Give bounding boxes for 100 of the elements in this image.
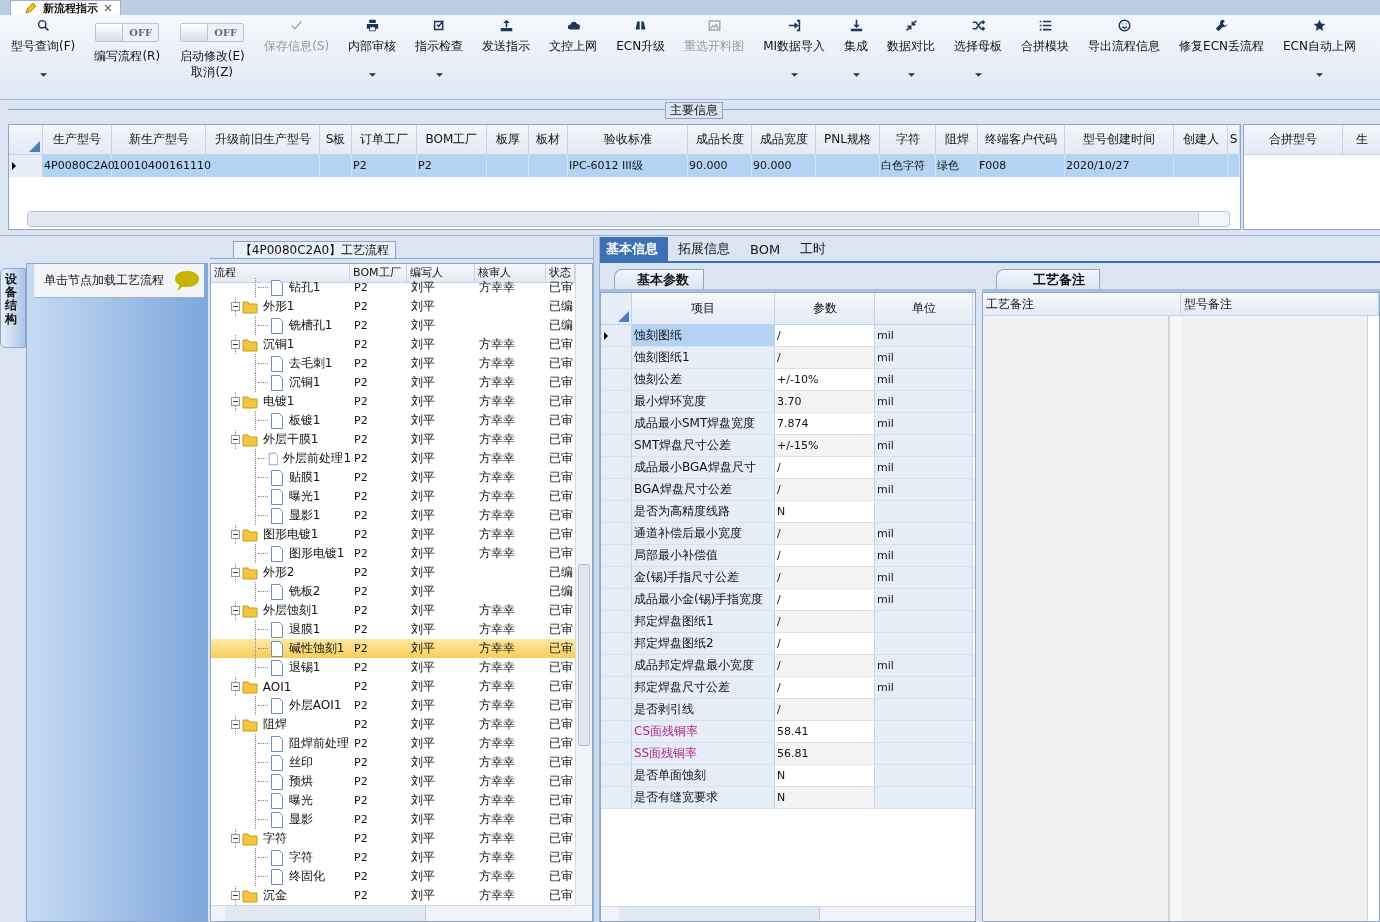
column-header[interactable]: 生 xyxy=(1343,124,1380,155)
column-header[interactable]: 编写人 xyxy=(407,264,476,282)
table-cell[interactable]: SMT焊盘尺寸公差 xyxy=(632,435,775,456)
column-header[interactable]: 成品宽度 xyxy=(752,124,816,155)
collapse-icon[interactable] xyxy=(230,891,240,900)
column-header[interactable]: 终端客户代码 xyxy=(978,124,1065,155)
scrollbar[interactable] xyxy=(601,906,975,921)
tab[interactable]: 基本信息 xyxy=(600,237,668,261)
table-cell[interactable]: 成品最小金(锡)手指宽度 xyxy=(632,589,775,610)
tab[interactable]: 工时 xyxy=(794,237,837,261)
column-header[interactable]: S板 xyxy=(320,124,352,155)
tree-row[interactable]: 显影 P2 刘平 方幸幸 已审 xyxy=(210,810,575,829)
collapse-icon[interactable] xyxy=(230,834,240,843)
column-header[interactable]: PNL规格 xyxy=(816,124,880,155)
tree-row[interactable]: 外层干膜1 P2 刘平 方幸幸 已审 xyxy=(210,430,575,449)
tree-row[interactable]: 曝光1 P2 刘平 方幸幸 已审 xyxy=(210,487,575,506)
table-cell[interactable]: CS面残铜率 xyxy=(632,721,775,742)
scrollbar[interactable] xyxy=(574,264,592,905)
column-header[interactable]: 板材 xyxy=(529,124,568,155)
column-header[interactable]: 核审人 xyxy=(475,264,546,282)
tree-row[interactable]: 字符 P2 刘平 方幸幸 已审 xyxy=(210,829,575,848)
table-cell[interactable]: 局部最小补偿值 xyxy=(632,545,775,566)
tree-row[interactable]: AOI1 P2 刘平 方幸幸 已审 xyxy=(210,677,575,696)
toolbar-button[interactable]: 内部审核 xyxy=(345,15,400,83)
toolbar-button[interactable]: ECN自动上网 xyxy=(1280,15,1359,83)
collapse-icon[interactable] xyxy=(230,397,240,406)
column-header[interactable]: 订单工厂 xyxy=(352,124,417,155)
toolbar-button[interactable]: 导出流程信息 xyxy=(1085,15,1164,61)
tree-row[interactable]: 外形1 P2 刘平 已编 xyxy=(210,297,575,316)
column-header[interactable]: 型号备注 xyxy=(1181,293,1379,315)
close-icon[interactable] xyxy=(104,4,112,12)
column-header[interactable]: 成品长度 xyxy=(688,124,752,155)
table-cell[interactable]: 成品最小SMT焊盘宽度 xyxy=(632,413,775,434)
table-cell[interactable]: 金(锡)手指尺寸公差 xyxy=(632,567,775,588)
table-cell[interactable]: 蚀刻图纸 xyxy=(632,325,775,346)
tree-row[interactable]: 外层蚀刻1 P2 刘平 方幸幸 已审 xyxy=(210,601,575,620)
table-cell[interactable]: 是否单面蚀刻 xyxy=(632,765,775,786)
tree-row[interactable]: 沉铜1 P2 刘平 方幸幸 已审 xyxy=(210,335,575,354)
table-cell[interactable]: 是否剥引线 xyxy=(632,699,775,720)
toolbar-button[interactable]: 型号查询(F) xyxy=(8,15,79,83)
tree-row[interactable]: 字符 P2 刘平 方幸幸 已审 xyxy=(210,848,575,867)
toolbar-button[interactable]: 集成 xyxy=(841,15,872,83)
tree-row[interactable]: 丝印 P2 刘平 方幸幸 已审 xyxy=(210,753,575,772)
column-header[interactable]: 字符 xyxy=(880,124,936,155)
splitter[interactable] xyxy=(592,237,600,922)
table-cell[interactable]: 是否有缝宽要求 xyxy=(632,787,775,808)
column-header[interactable]: 工艺备注 xyxy=(983,293,1181,315)
column-header[interactable]: BOM工厂 xyxy=(417,124,487,155)
column-header[interactable]: 型号创建时间 xyxy=(1065,124,1174,155)
column-header[interactable]: 项目 xyxy=(632,293,775,324)
column-header[interactable]: S xyxy=(1228,124,1240,155)
row-header[interactable] xyxy=(601,325,632,346)
toggle-switch[interactable]: OFF xyxy=(95,23,160,42)
tree-row[interactable]: 铣板2 P2 刘平 已编 xyxy=(210,582,575,601)
column-header[interactable]: 阻焊 xyxy=(936,124,978,155)
toolbar-button[interactable]: 指示检查 xyxy=(412,15,467,83)
table-cell[interactable]: 成品邦定焊盘最小宽度 xyxy=(632,655,775,676)
tree-row[interactable]: 外层前处理1 P2 刘平 方幸幸 已审 xyxy=(210,449,575,468)
table-cell[interactable]: 是否为高精度线路 xyxy=(632,501,775,522)
tree-row[interactable]: 图形电镀1 P2 刘平 方幸幸 已审 xyxy=(210,525,575,544)
tree-row[interactable]: 电镀1 P2 刘平 方幸幸 已审 xyxy=(210,392,575,411)
table-cell[interactable]: 通道补偿后最小宽度 xyxy=(632,523,775,544)
table-cell[interactable]: SS面残铜率 xyxy=(632,743,775,764)
column-header[interactable]: BOM工厂 xyxy=(350,264,408,282)
column-header[interactable]: 状态 xyxy=(545,264,575,282)
table-cell[interactable]: 最小焊环宽度 xyxy=(632,391,775,412)
scrollbar[interactable] xyxy=(27,210,1230,227)
toolbar-button[interactable]: 文控上网 xyxy=(546,15,601,61)
tree-row[interactable]: 去毛刺1 P2 刘平 方幸幸 已审 xyxy=(210,354,575,373)
collapse-icon[interactable] xyxy=(230,568,240,577)
tab[interactable]: 工艺备注 xyxy=(996,269,1100,289)
tree-row[interactable]: 阻焊前处理 P2 刘平 方幸幸 已审 xyxy=(210,734,575,753)
collapse-icon[interactable] xyxy=(230,682,240,691)
toolbar-button[interactable]: 发送指示 xyxy=(479,15,534,61)
tree-row[interactable]: 外形2 P2 刘平 已编 xyxy=(210,563,575,582)
toolbar-button[interactable]: 合拼模块 xyxy=(1018,15,1073,61)
column-header[interactable]: 新生产型号 xyxy=(112,124,206,155)
table-cell[interactable]: 蚀刻图纸1 xyxy=(632,347,775,368)
table-cell[interactable]: 邦定焊盘图纸2 xyxy=(632,633,775,654)
tab[interactable]: BOM xyxy=(744,237,791,261)
table-cell[interactable]: 成品最小BGA焊盘尺寸 xyxy=(632,457,775,478)
column-header[interactable]: 参数 xyxy=(775,293,875,324)
table-cell[interactable]: 蚀刻公差 xyxy=(632,369,775,390)
tab[interactable]: 拓展信息 xyxy=(672,237,740,261)
column-header[interactable]: 生产型号 xyxy=(43,124,112,155)
toolbar-button[interactable]: MI数据导入 xyxy=(760,15,829,83)
tree-row[interactable]: 沉金 P2 刘平 方幸幸 已审 xyxy=(210,886,575,905)
tree-row[interactable]: 曝光 P2 刘平 方幸幸 已审 xyxy=(210,791,575,810)
column-header[interactable]: 验收标准 xyxy=(568,124,688,155)
collapse-icon[interactable] xyxy=(230,302,240,311)
tree-row[interactable]: 外层AOI1 P2 刘平 方幸幸 已审 xyxy=(210,696,575,715)
collapse-icon[interactable] xyxy=(230,340,240,349)
toolbar-button[interactable]: 选择母板 xyxy=(951,15,1006,83)
column-header[interactable]: 板厚 xyxy=(487,124,529,155)
toggle-switch[interactable]: OFF xyxy=(180,23,245,42)
row-header[interactable] xyxy=(9,154,43,177)
collapse-icon[interactable] xyxy=(230,720,240,729)
toolbar-button[interactable]: 数据对比 xyxy=(884,15,939,83)
tree-row[interactable]: 图形电镀1 P2 刘平 方幸幸 已审 xyxy=(210,544,575,563)
column-header[interactable]: 创建人 xyxy=(1174,124,1228,155)
